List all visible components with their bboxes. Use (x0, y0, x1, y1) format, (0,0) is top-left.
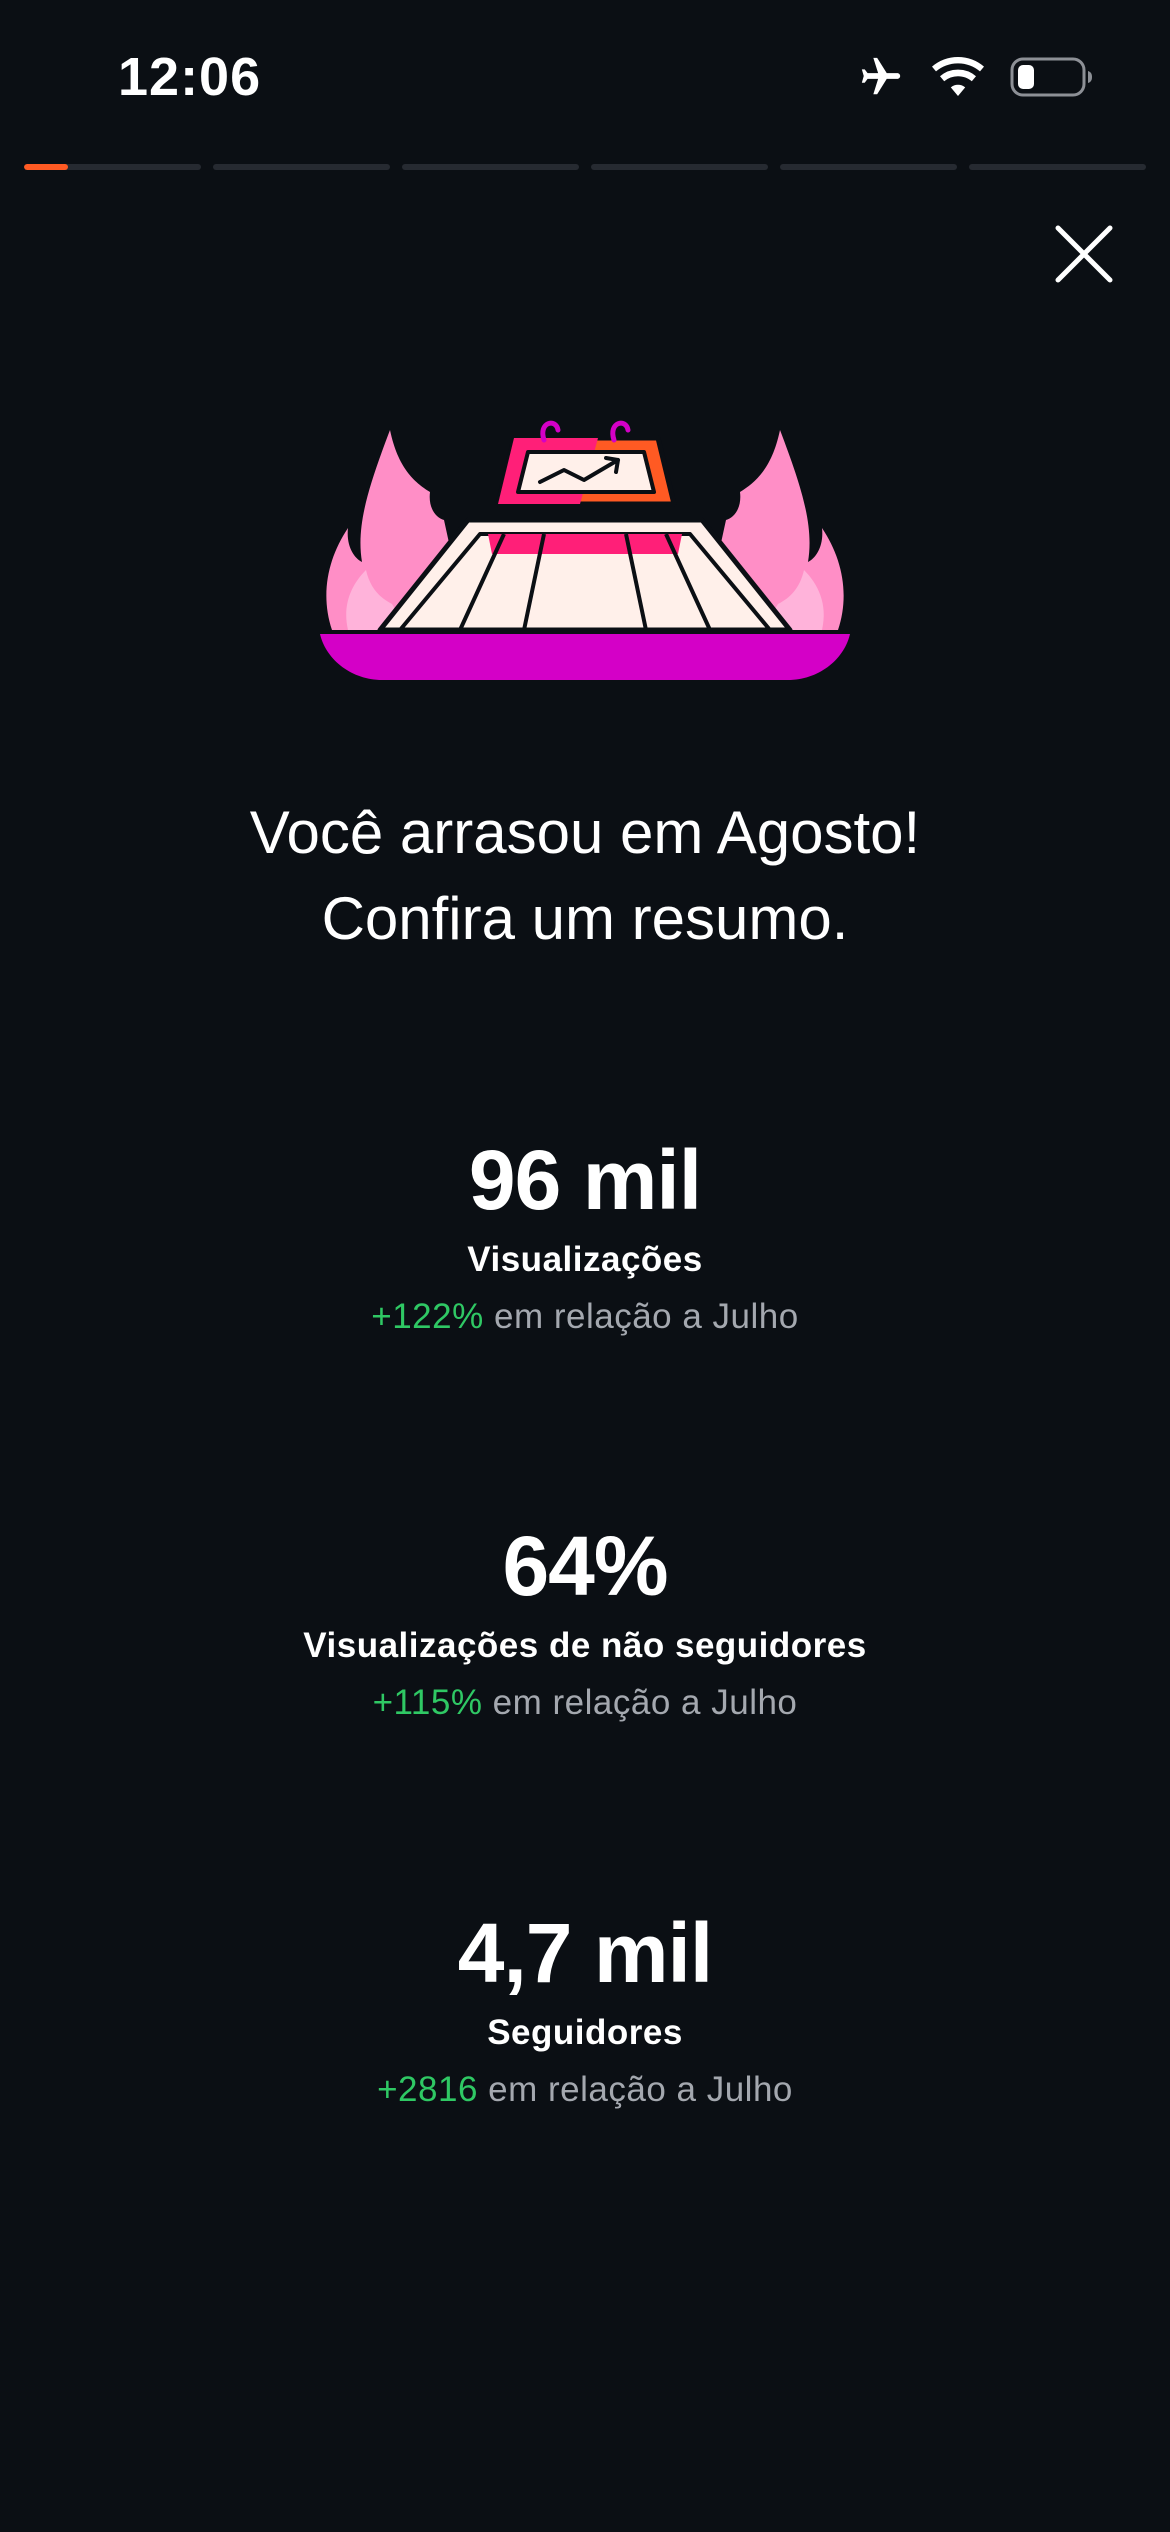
story-progress (24, 164, 1146, 170)
airplane-icon (856, 54, 906, 100)
stat-change: +2816 em relação a Julho (0, 2065, 1170, 2115)
stat-change: +122% em relação a Julho (0, 1292, 1170, 1342)
stat-value: 64% (502, 1519, 668, 1613)
status-bar: 12:06 (0, 0, 1170, 150)
stat-label: Visualizações (467, 1240, 703, 1279)
stat-views: 96 mil Visualizações +122% em relação a … (0, 1130, 1170, 1342)
stat-delta: +122% (371, 1297, 484, 1336)
headline-line-1: Você arrasou em Agosto! (249, 799, 921, 866)
stat-value: 4,7 mil (457, 1906, 713, 2000)
progress-segment (780, 164, 957, 170)
battery-icon (1010, 56, 1094, 98)
progress-segment (402, 164, 579, 170)
stat-comparison: em relação a Julho (492, 1683, 798, 1722)
stat-label: Visualizações de não seguidores (303, 1626, 867, 1665)
progress-segment (24, 164, 201, 170)
stat-value: 96 mil (468, 1133, 702, 1227)
summary-headline: Você arrasou em Agosto! Confira um resum… (0, 790, 1170, 962)
stat-comparison: em relação a Julho (493, 1297, 799, 1336)
status-time: 12:06 (118, 47, 262, 107)
stat-delta: +115% (372, 1683, 483, 1722)
close-button[interactable] (1052, 222, 1116, 286)
progress-segment (213, 164, 390, 170)
stat-label: Seguidores (487, 2013, 683, 2052)
progress-segment (969, 164, 1146, 170)
headline-line-2: Confira um resumo. (321, 885, 849, 952)
fire-chart-stage-illustration (318, 408, 852, 688)
stat-non-follower-views: 64% Visualizações de não seguidores +115… (0, 1516, 1170, 1728)
stat-delta: +2816 (377, 2070, 478, 2109)
close-icon (1055, 225, 1113, 283)
progress-fill (24, 164, 69, 170)
stat-comparison: em relação a Julho (488, 2070, 793, 2109)
status-icons (856, 52, 1094, 102)
stat-followers: 4,7 mil Seguidores +2816 em relação a Ju… (0, 1903, 1170, 2115)
progress-segment (591, 164, 768, 170)
wifi-icon (932, 57, 984, 97)
stat-change: +115% em relação a Julho (0, 1678, 1170, 1728)
